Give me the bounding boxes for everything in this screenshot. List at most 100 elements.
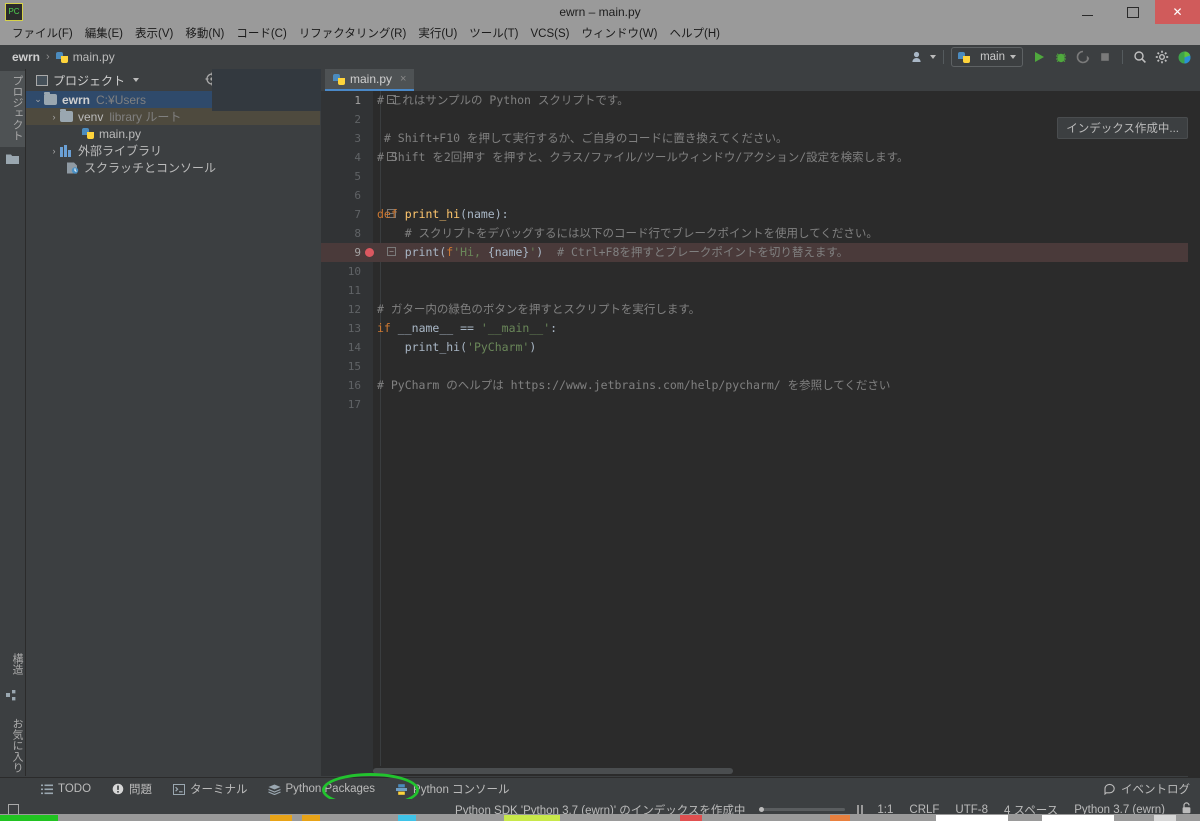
window-controls: ✕ (1065, 0, 1200, 24)
tree-detail-path-head: C:¥Users (96, 92, 147, 107)
close-icon[interactable]: × (400, 73, 406, 85)
taskbar-item[interactable] (270, 815, 292, 821)
chevron-down-icon[interactable]: ⌄ (32, 94, 44, 105)
taskbar-gap (1176, 815, 1200, 821)
tree-row-mainpy[interactable]: main.py (26, 125, 320, 142)
tree-row-external-libraries[interactable]: › 外部ライブラリ (26, 142, 320, 159)
code-text: # スクリプトをデバッグするには以下のコード行でブレークポイントを使用してくださ… (377, 226, 878, 240)
line-number: 2 (354, 113, 361, 126)
taskbar-item[interactable] (0, 815, 58, 821)
line-number: 13 (347, 322, 361, 335)
taskbar-item[interactable] (680, 815, 702, 821)
menu-code[interactable]: コード(C) (230, 25, 292, 44)
run-configuration-label: main (980, 51, 1005, 63)
updates-icon[interactable] (1174, 47, 1194, 67)
stripe-button-project[interactable]: プロジェクト (0, 71, 25, 147)
search-icon[interactable] (1130, 47, 1150, 67)
line-number: 17 (347, 398, 361, 411)
run-configuration-selector[interactable]: main (951, 47, 1023, 67)
line-number: 3 (354, 132, 361, 145)
taskbar-item[interactable] (398, 815, 416, 821)
tool-window-label: ターミナル (190, 784, 248, 796)
tool-window-terminal[interactable]: ターミナル (162, 780, 258, 798)
stop-icon[interactable] (1095, 47, 1115, 67)
windows-taskbar (0, 814, 1200, 821)
taskbar-item[interactable] (504, 815, 560, 821)
line-number: 12 (347, 303, 361, 316)
code-editor[interactable]: 1 − # これはサンプルの Python スクリプトです。 2 3 # Shi… (321, 91, 1200, 798)
editor-tab-label: main.py (350, 72, 393, 86)
user-menu-chevron-down-icon[interactable] (930, 55, 937, 59)
tool-window-problems[interactable]: 問題 (101, 780, 162, 798)
scrollbar-thumb[interactable] (373, 768, 733, 774)
code-line-10: 10 (321, 262, 1200, 281)
debug-icon[interactable] (1051, 47, 1071, 67)
stripe-button-favorites[interactable]: お気に入り (0, 714, 25, 776)
menu-vcs[interactable]: VCS(S) (524, 25, 575, 44)
line-number: 9 (354, 246, 361, 259)
event-log-label: イベントログ (1121, 784, 1190, 796)
run-with-coverage-icon[interactable] (1073, 47, 1093, 67)
library-icon (60, 144, 73, 157)
chevron-right-icon[interactable]: › (48, 146, 60, 156)
menu-file[interactable]: ファイル(F) (6, 25, 79, 44)
menu-run[interactable]: 実行(U) (412, 25, 463, 44)
taskbar-item[interactable] (302, 815, 320, 821)
run-icon[interactable] (1029, 47, 1049, 67)
line-number: 7 (354, 208, 361, 221)
settings-icon[interactable] (1152, 47, 1172, 67)
taskbar-item[interactable] (1042, 815, 1114, 821)
code-text: # ガター内の緑色のボタンを押すとスクリプトを実行します。 (377, 302, 701, 316)
taskbar-item[interactable] (936, 815, 1008, 821)
user-avatar-icon[interactable] (908, 47, 928, 67)
project-panel-chevron-down-icon[interactable] (133, 78, 140, 82)
menu-refactor[interactable]: リファクタリング(R) (293, 25, 413, 44)
tool-window-todo[interactable]: TODO (30, 782, 101, 797)
close-button[interactable]: ✕ (1155, 0, 1200, 24)
python-file-icon (55, 51, 69, 64)
pause-indexing-icon[interactable] (857, 804, 864, 815)
tool-window-label: 問題 (129, 784, 153, 796)
maximize-button[interactable] (1110, 0, 1155, 24)
menu-window[interactable]: ウィンドウ(W) (575, 25, 663, 44)
code-text: print(f'Hi, {name}') # Ctrl+F8を押すとブレークポイ… (404, 245, 849, 259)
editor-area: main.py × 1 − # これはサンプルの Python スクリプトです。… (321, 69, 1200, 798)
code-line-17: 17 (321, 395, 1200, 414)
taskbar-item[interactable] (830, 815, 850, 821)
editor-horizontal-scrollbar[interactable] (373, 766, 1188, 776)
tree-row-scratches[interactable]: スクラッチとコンソール (26, 159, 320, 176)
breakpoint-icon[interactable] (365, 248, 374, 257)
code-line-12: 12 # ガター内の緑色のボタンを押すとスクリプトを実行します。 (321, 300, 1200, 319)
window-title: ewrn – main.py (559, 5, 641, 19)
taskbar-gap (292, 815, 302, 821)
breadcrumb-project[interactable]: ewrn (12, 50, 40, 64)
pycharm-window: PC ewrn – main.py ✕ ファイル(F) 編集(E) 表示(V) … (0, 0, 1200, 821)
toolbar-separator-2 (1122, 50, 1123, 64)
python-file-icon (82, 127, 95, 140)
breadcrumb-file[interactable]: main.py (73, 50, 115, 64)
code-text: def print_hi(name): (377, 207, 509, 221)
title-bar: PC ewrn – main.py ✕ (0, 0, 1200, 24)
menu-view[interactable]: 表示(V) (129, 25, 179, 44)
tool-window-label: Python コンソール (413, 784, 510, 796)
folder-icon (60, 109, 73, 122)
python-console-icon (395, 783, 408, 796)
line-number: 15 (347, 360, 361, 373)
chevron-right-icon[interactable]: › (48, 112, 60, 122)
python-file-icon (333, 73, 346, 86)
taskbar-item[interactable] (1154, 815, 1176, 821)
editor-tab-mainpy[interactable]: main.py × (325, 69, 415, 91)
editor-vertical-scrollbar[interactable] (1188, 113, 1200, 798)
menu-tools[interactable]: ツール(T) (463, 25, 524, 44)
menu-help[interactable]: ヘルプ(H) (663, 25, 725, 44)
terminal-icon (172, 783, 185, 796)
minimize-button[interactable] (1065, 0, 1110, 24)
menu-navigate[interactable]: 移動(N) (179, 25, 230, 44)
tool-window-python-packages[interactable]: Python Packages (258, 782, 386, 797)
stripe-button-structure[interactable]: 構造 (0, 649, 25, 685)
taskbar-gap (560, 815, 680, 821)
menu-edit[interactable]: 編集(E) (79, 25, 129, 44)
problems-icon (111, 783, 124, 796)
tool-window-python-console[interactable]: Python コンソール (385, 780, 520, 798)
event-log-button[interactable]: イベントログ (1103, 781, 1190, 797)
